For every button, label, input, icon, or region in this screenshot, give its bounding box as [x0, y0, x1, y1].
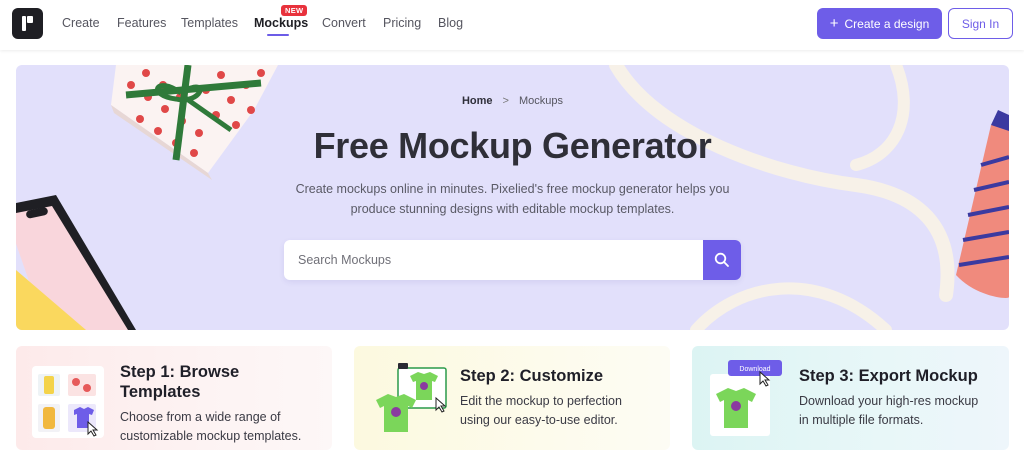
- customize-illustration: [376, 363, 447, 432]
- search-icon: [714, 252, 729, 267]
- nav-link-blog[interactable]: Blog: [438, 16, 463, 30]
- step-card-customize: Step 2: Customize Edit the mockup to per…: [354, 346, 670, 450]
- sign-in-button[interactable]: Sign In: [948, 8, 1013, 39]
- step-1-description: Choose from a wide range of customizable…: [120, 408, 301, 446]
- nav-link-features[interactable]: Features: [117, 16, 166, 30]
- step-card-export: Download Step 3: Export Mockup Download …: [692, 346, 1009, 450]
- breadcrumb-separator: >: [502, 95, 509, 107]
- create-design-button[interactable]: + Create a design: [817, 8, 942, 39]
- hero-subtitle-line-1: Create mockups online in minutes. Pixeli…: [295, 182, 730, 196]
- download-label: Download: [739, 366, 770, 373]
- step-1-title-line-1: Step 1: Browse: [120, 363, 240, 381]
- step-2-title: Step 2: Customize: [460, 367, 604, 385]
- nav-link-templates[interactable]: Templates: [181, 16, 238, 30]
- hero-section: Home > Mockups Free Mockup Generator Creat…: [16, 65, 1009, 330]
- hero-subtitle-line-2: produce stunning designs with editable m…: [350, 202, 675, 216]
- step-3-description: Download your high-res mockup in multipl…: [799, 392, 978, 430]
- breadcrumb-current: Mockups: [518, 95, 564, 107]
- plus-icon: +: [829, 15, 839, 32]
- step-1-description-line-2: customizable mockup templates.: [120, 429, 302, 443]
- step-card-browse: Step 1: Browse Templates Choose from a w…: [16, 346, 332, 450]
- step-2-description-line-2: using our easy-to-use editor.: [460, 413, 618, 427]
- step-3-description-line-1: Download your high-res mockup: [799, 394, 979, 408]
- step-1-description-line-1: Choose from a wide range of: [120, 410, 281, 424]
- nav-link-mockups[interactable]: Mockups: [254, 16, 308, 30]
- create-design-label: Create a design: [844, 16, 930, 31]
- step-1-title-line-2: Templates: [120, 383, 201, 401]
- pixelied-logo[interactable]: [12, 8, 43, 39]
- active-nav-indicator: [267, 34, 289, 36]
- search-bar: [284, 240, 741, 280]
- export-illustration: Download: [710, 360, 782, 436]
- page-title: Free Mockup Generator: [313, 125, 712, 166]
- nav-link-pricing[interactable]: Pricing: [383, 16, 421, 30]
- search-button[interactable]: [703, 240, 741, 280]
- step-1-title: Step 1: Browse Templates: [120, 362, 239, 402]
- step-2-description: Edit the mockup to perfection using our …: [460, 392, 622, 430]
- step-3-title: Step 3: Export Mockup: [799, 367, 978, 385]
- new-badge: NEW: [281, 5, 308, 16]
- browse-templates-illustration: [32, 366, 104, 438]
- breadcrumb-home[interactable]: Home: [462, 95, 493, 107]
- search-input[interactable]: [284, 240, 704, 280]
- step-2-description-line-1: Edit the mockup to perfection: [460, 394, 622, 408]
- top-navigation: Create Features Templates Mockups NEW Co…: [0, 0, 1024, 50]
- hero-subtitle: Create mockups online in minutes. Pixeli…: [16, 179, 1009, 219]
- nav-link-create[interactable]: Create: [62, 16, 100, 30]
- breadcrumb: Home > Mockups: [16, 95, 1009, 107]
- step-3-description-line-2: in multiple file formats.: [799, 413, 924, 427]
- nav-link-convert[interactable]: Convert: [322, 16, 366, 30]
